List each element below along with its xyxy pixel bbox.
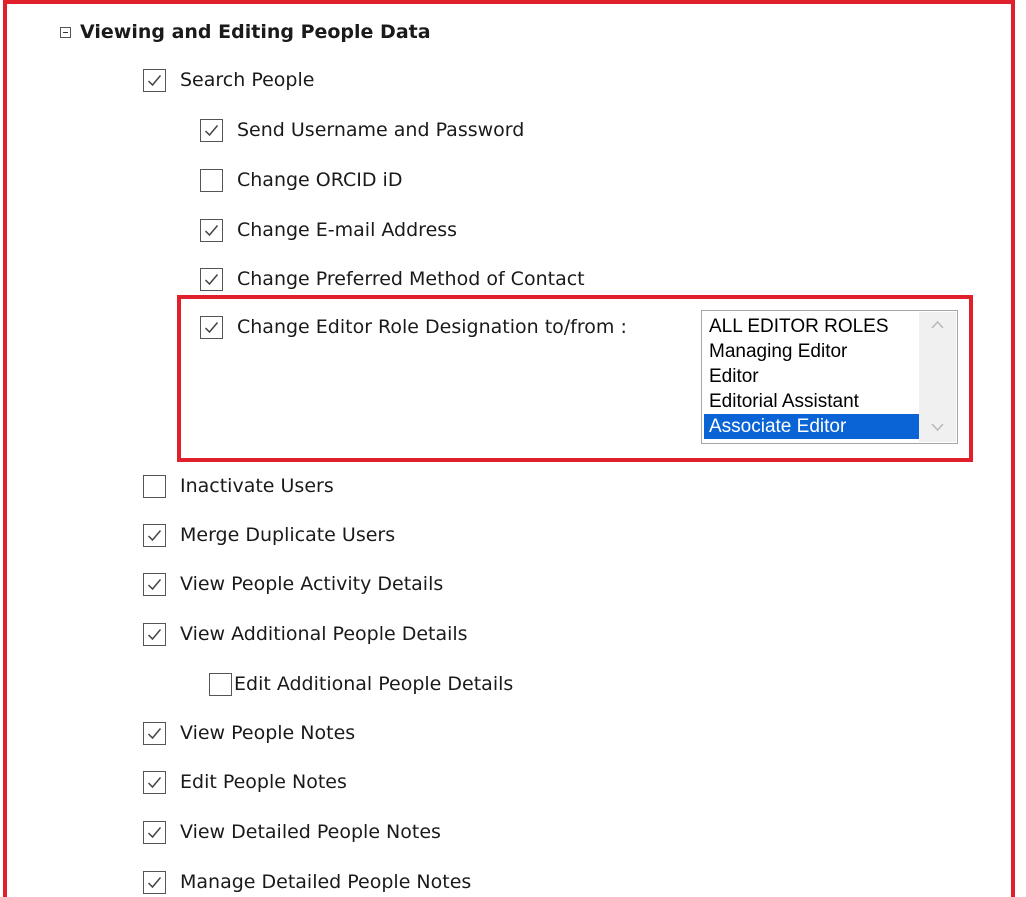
activity-details-checkbox[interactable] bbox=[143, 572, 166, 596]
merge-duplicates-checkbox[interactable] bbox=[143, 523, 166, 547]
editor-role-option[interactable]: Editorial Assistant bbox=[704, 389, 920, 414]
section-header: Viewing and Editing People Data bbox=[60, 21, 431, 43]
edit-notes-checkbox[interactable] bbox=[143, 770, 166, 794]
change-contact-method-label: Change Preferred Method of Contact bbox=[237, 268, 585, 290]
permission-row-merge-duplicates: Merge Duplicate Users bbox=[143, 521, 395, 549]
additional-details-checkbox[interactable] bbox=[143, 622, 166, 646]
permission-row-activity-details: View People Activity Details bbox=[143, 570, 443, 598]
merge-duplicates-label: Merge Duplicate Users bbox=[180, 524, 396, 546]
editor-role-option[interactable]: Editor bbox=[704, 364, 920, 389]
check-icon bbox=[147, 876, 162, 888]
change-orcid-checkbox[interactable] bbox=[200, 168, 223, 192]
listbox-scrollbar[interactable] bbox=[919, 312, 956, 442]
check-icon bbox=[147, 727, 162, 739]
permission-row-change-email: Change E-mail Address bbox=[200, 216, 457, 244]
permission-row-view-detailed-notes: View Detailed People Notes bbox=[143, 818, 441, 846]
view-notes-checkbox[interactable] bbox=[143, 721, 166, 745]
check-icon bbox=[204, 124, 219, 136]
check-icon bbox=[204, 321, 219, 333]
change-editor-role-label: Change Editor Role Designation to/from : bbox=[237, 316, 627, 338]
permission-row-change-editor-role: Change Editor Role Designation to/from : bbox=[200, 313, 627, 341]
permission-row-change-contact-method: Change Preferred Method of Contact bbox=[200, 265, 585, 293]
editor-role-option[interactable]: ALL EDITOR ROLES bbox=[704, 314, 920, 339]
permission-row-change-orcid: Change ORCID iD bbox=[200, 166, 402, 194]
change-email-label: Change E-mail Address bbox=[237, 219, 458, 241]
check-icon bbox=[147, 529, 162, 541]
editor-role-option[interactable]: Managing Editor bbox=[704, 339, 920, 364]
section-title: Viewing and Editing People Data bbox=[80, 21, 431, 43]
scroll-down-icon[interactable] bbox=[930, 422, 945, 432]
change-email-checkbox[interactable] bbox=[200, 218, 223, 242]
scroll-up-icon[interactable] bbox=[930, 320, 945, 330]
additional-details-label: View Additional People Details bbox=[180, 623, 468, 645]
change-orcid-label: Change ORCID iD bbox=[237, 169, 403, 191]
search-people-checkbox[interactable] bbox=[143, 68, 166, 92]
manage-detailed-notes-checkbox[interactable] bbox=[143, 870, 166, 894]
check-icon bbox=[147, 74, 162, 86]
check-icon bbox=[147, 578, 162, 590]
manage-detailed-notes-label: Manage Detailed People Notes bbox=[180, 871, 472, 893]
permission-row-edit-notes: Edit People Notes bbox=[143, 768, 347, 796]
permission-row-edit-additional-details: Edit Additional People Details bbox=[209, 670, 513, 698]
view-notes-label: View People Notes bbox=[180, 722, 356, 744]
edit-notes-label: Edit People Notes bbox=[180, 771, 347, 793]
send-username-checkbox[interactable] bbox=[200, 118, 223, 142]
check-icon bbox=[147, 776, 162, 788]
view-detailed-notes-label: View Detailed People Notes bbox=[180, 821, 441, 843]
send-username-label: Send Username and Password bbox=[237, 119, 525, 141]
check-icon bbox=[204, 273, 219, 285]
permission-row-view-notes: View People Notes bbox=[143, 719, 355, 747]
permission-row-additional-details: View Additional People Details bbox=[143, 620, 468, 648]
editor-role-options: ALL EDITOR ROLES Managing Editor Editor … bbox=[704, 314, 920, 439]
collapse-minus-icon[interactable] bbox=[60, 26, 71, 38]
change-contact-method-checkbox[interactable] bbox=[200, 267, 223, 291]
editor-role-option[interactable]: Associate Editor bbox=[704, 414, 920, 439]
edit-additional-details-checkbox[interactable] bbox=[209, 672, 232, 696]
edit-additional-details-label: Edit Additional People Details bbox=[234, 673, 514, 695]
check-icon bbox=[147, 826, 162, 838]
check-icon bbox=[204, 224, 219, 236]
inactivate-users-label: Inactivate Users bbox=[180, 475, 334, 497]
inactivate-users-checkbox[interactable] bbox=[143, 474, 166, 498]
permission-row-manage-detailed-notes: Manage Detailed People Notes bbox=[143, 868, 471, 896]
activity-details-label: View People Activity Details bbox=[180, 573, 444, 595]
permission-row-inactivate-users: Inactivate Users bbox=[143, 472, 334, 500]
permission-row-send-username: Send Username and Password bbox=[200, 116, 524, 144]
search-people-label: Search People bbox=[180, 69, 315, 91]
check-icon bbox=[147, 628, 162, 640]
change-editor-role-checkbox[interactable] bbox=[200, 315, 223, 339]
editor-role-listbox[interactable]: ALL EDITOR ROLES Managing Editor Editor … bbox=[701, 310, 958, 444]
permission-row-search-people: Search People bbox=[143, 66, 314, 94]
view-detailed-notes-checkbox[interactable] bbox=[143, 820, 166, 844]
